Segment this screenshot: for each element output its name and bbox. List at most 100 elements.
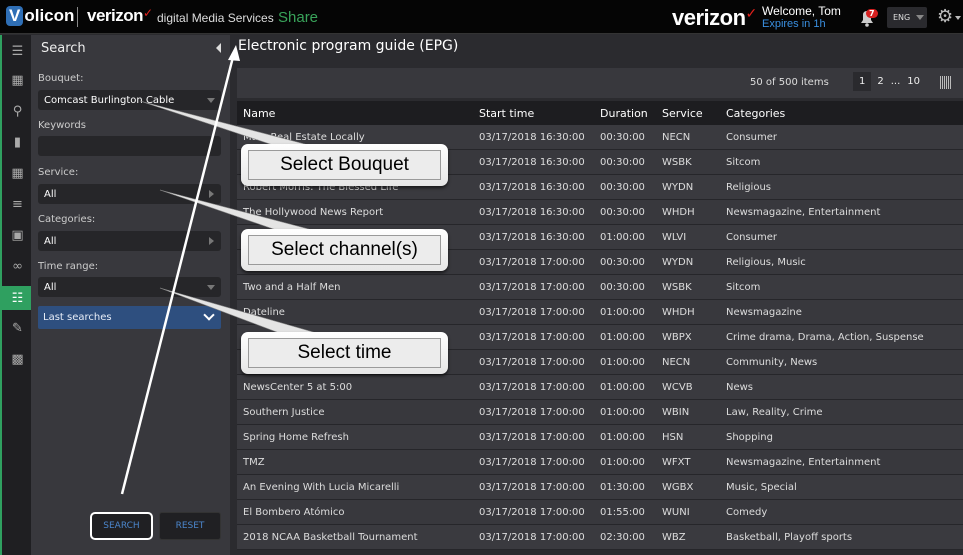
- table-row[interactable]: El Bombero Atómico 03/17/2018 17:00:00 01:…: [237, 500, 963, 525]
- verizon-logo: verizon✓: [87, 6, 153, 25]
- epg-main: Electronic program guide (EPG) 50 of 500…: [230, 35, 963, 555]
- cell-categories: Music, Special: [726, 482, 797, 493]
- table-row[interactable]: TMZ 03/17/2018 17:00:00 01:00:00 WFXT Newsma…: [237, 450, 963, 475]
- chevron-down-icon: [207, 98, 215, 103]
- last-searches-dropdown[interactable]: Last searches: [38, 306, 221, 329]
- service-select[interactable]: All: [38, 184, 221, 204]
- cell-categories: Crime drama, Drama, Action, Suspense: [726, 332, 924, 343]
- table-toolbar: 50 of 500 items 1 2 ... 10: [237, 68, 963, 98]
- cell-start-time: 03/17/2018 17:00:00: [479, 282, 585, 293]
- table-row[interactable]: Dateline 03/17/2018 17:00:00 01:00:00 WHDH N…: [237, 300, 963, 325]
- cell-service: WBZ: [662, 532, 686, 543]
- cell-duration: 00:30:00: [600, 257, 645, 268]
- monitor-icon[interactable]: ▣: [4, 224, 31, 246]
- cell-duration: 01:00:00: [600, 407, 645, 418]
- page-10[interactable]: 10: [901, 72, 926, 91]
- verizon-logo-right: verizon✓: [672, 5, 757, 30]
- image-icon[interactable]: ▩: [4, 348, 31, 370]
- callout-select-time: Select time: [241, 332, 448, 374]
- cell-duration: 00:30:00: [600, 132, 645, 143]
- column-start-time[interactable]: Start time: [479, 107, 534, 120]
- top-bar: Volicon verizon✓ digital Media Services …: [0, 0, 963, 34]
- search-button[interactable]: SEARCH: [90, 512, 153, 540]
- column-categories[interactable]: Categories: [726, 107, 785, 120]
- time-range-select[interactable]: All: [38, 277, 221, 297]
- cell-name: 2018 NCAA Basketball Tournament: [243, 532, 418, 543]
- film-icon[interactable]: ▦: [4, 69, 31, 91]
- cell-categories: Sitcom: [726, 282, 761, 293]
- cell-name: TMZ: [243, 457, 265, 468]
- cell-start-time: 03/17/2018 17:00:00: [479, 357, 585, 368]
- cell-service: WHDH: [662, 307, 695, 318]
- search-icon[interactable]: ⚲: [4, 100, 31, 122]
- cell-start-time: 03/17/2018 16:30:00: [479, 132, 585, 143]
- language-select[interactable]: ENG: [887, 7, 927, 28]
- chevron-right-icon: [209, 237, 214, 245]
- table-row[interactable]: Two and a Half Men 03/17/2018 17:00:00 00:…: [237, 275, 963, 300]
- cell-name: Dateline: [243, 307, 285, 318]
- column-name[interactable]: Name: [243, 107, 275, 120]
- cell-name: Two and a Half Men: [243, 282, 341, 293]
- table-row[interactable]: Southern Justice 03/17/2018 17:00:00 01:00…: [237, 400, 963, 425]
- cell-name: An Evening With Lucia Micarelli: [243, 482, 400, 493]
- session-expiry: Expires in 1h: [762, 18, 826, 30]
- nav-icon-bar: ☰ ▦ ⚲ ▮ ▦ ≡ ▣ ∞ ☷ ✎ ▩: [0, 35, 33, 555]
- cell-service: WUNI: [662, 507, 690, 518]
- table-row[interactable]: NewsCenter 5 at 5:00 03/17/2018 17:00:00 0…: [237, 375, 963, 400]
- cell-service: WGBX: [662, 482, 694, 493]
- page-title: Electronic program guide (EPG): [238, 38, 459, 54]
- cell-service: WYDN: [662, 257, 694, 268]
- service-label: Service:: [38, 167, 79, 178]
- cell-name: Southern Justice: [243, 407, 325, 418]
- table-row[interactable]: 2018 NCAA Basketball Tournament 03/17/201…: [237, 525, 963, 550]
- bookmark-icon[interactable]: ▮: [4, 131, 31, 153]
- table-header: Name Start time Duration Service Categor…: [237, 101, 963, 125]
- cell-name: El Bombero Atómico: [243, 507, 345, 518]
- callout-select-bouquet: Select Bouquet: [241, 144, 448, 186]
- cell-categories: News: [726, 382, 754, 393]
- bouquet-label: Bouquet:: [38, 73, 84, 84]
- bouquet-select[interactable]: Comcast Burlington Cable: [38, 90, 221, 110]
- document-edit-icon[interactable]: ✎: [4, 317, 31, 339]
- chevron-right-icon: [209, 190, 214, 198]
- cell-start-time: 03/17/2018 16:30:00: [479, 157, 585, 168]
- cell-duration: 00:30:00: [600, 207, 645, 218]
- welcome-text[interactable]: Welcome, Tom: [762, 4, 841, 18]
- collapse-panel-icon[interactable]: [216, 43, 221, 53]
- pagination: 1 2 ... 10: [853, 72, 926, 91]
- keywords-input[interactable]: [38, 136, 221, 156]
- table-row[interactable]: Spring Home Refresh 03/17/2018 17:00:00 01…: [237, 425, 963, 450]
- page-1[interactable]: 1: [853, 72, 872, 91]
- cell-duration: 01:00:00: [600, 307, 645, 318]
- column-service[interactable]: Service: [662, 107, 703, 120]
- gear-icon[interactable]: ⚙: [937, 8, 953, 26]
- chevron-down-icon[interactable]: [955, 16, 961, 20]
- voicemail-icon[interactable]: ∞: [4, 255, 31, 277]
- page-2[interactable]: 2: [871, 72, 889, 91]
- grid-icon[interactable]: ▦: [4, 162, 31, 184]
- menu-icon[interactable]: ☰: [4, 40, 31, 62]
- table-row[interactable]: An Evening With Lucia Micarelli 03/17/201…: [237, 475, 963, 500]
- cell-service: WYDN: [662, 182, 694, 193]
- cell-name: Spring Home Refresh: [243, 432, 349, 443]
- epg-icon[interactable]: ☷: [2, 286, 33, 310]
- cell-service: NECN: [662, 132, 691, 143]
- cell-categories: Shopping: [726, 432, 773, 443]
- cell-start-time: 03/17/2018 17:00:00: [479, 532, 585, 543]
- cell-start-time: 03/17/2018 17:00:00: [479, 257, 585, 268]
- cell-start-time: 03/17/2018 16:30:00: [479, 232, 585, 243]
- categories-select[interactable]: All: [38, 231, 221, 251]
- chevron-down-icon: [916, 15, 925, 20]
- time-range-label: Time range:: [38, 261, 99, 272]
- cell-start-time: 03/17/2018 17:00:00: [479, 332, 585, 343]
- column-duration[interactable]: Duration: [600, 107, 648, 120]
- reset-button[interactable]: RESET: [159, 512, 221, 540]
- cell-categories: Consumer: [726, 132, 777, 143]
- cell-start-time: 03/17/2018 16:30:00: [479, 182, 585, 193]
- list-icon[interactable]: ≡: [4, 193, 31, 215]
- cell-start-time: 03/17/2018 17:00:00: [479, 507, 585, 518]
- columns-icon[interactable]: [940, 76, 951, 89]
- cell-duration: 01:00:00: [600, 432, 645, 443]
- cell-categories: Sitcom: [726, 157, 761, 168]
- table-row[interactable]: The Hollywood News Report 03/17/2018 16:3…: [237, 200, 963, 225]
